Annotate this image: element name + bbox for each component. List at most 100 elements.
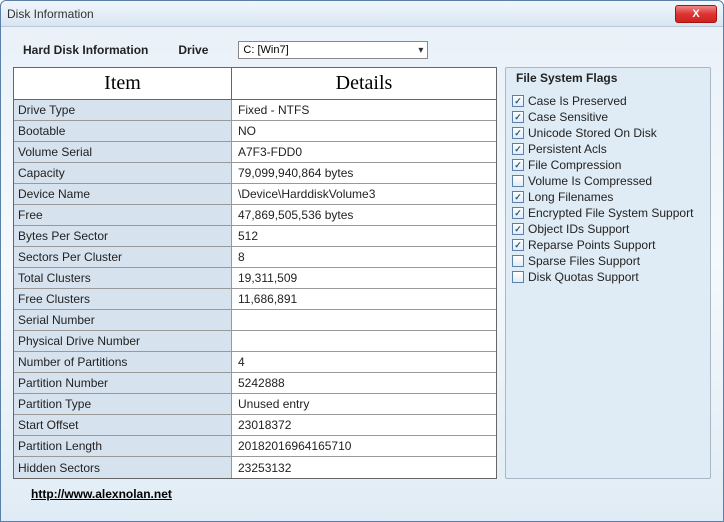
cell-details: 23018372 (232, 415, 496, 435)
flag-label: Unicode Stored On Disk (528, 125, 657, 141)
content-area: Hard Disk Information Drive C: [Win7] It… (1, 27, 723, 509)
cell-details: 19,311,509 (232, 268, 496, 288)
cell-details: Fixed - NTFS (232, 100, 496, 120)
cell-item: Start Offset (14, 415, 232, 435)
cell-details: 23253132 (232, 457, 496, 478)
footer: http://www.alexnolan.net (13, 479, 711, 501)
drive-label: Drive (178, 43, 208, 57)
cell-details: 4 (232, 352, 496, 372)
table-row: Partition TypeUnused entry (14, 394, 496, 415)
table-row: Free Clusters11,686,891 (14, 289, 496, 310)
drive-selected-value: C: [Win7] (243, 44, 288, 56)
close-button[interactable]: X (675, 5, 717, 23)
flag-checkbox[interactable]: ✓ (512, 207, 524, 219)
flag-row: ✓ Case Is Preserved (512, 93, 704, 109)
cell-details (232, 331, 496, 351)
cell-details: 47,869,505,536 bytes (232, 205, 496, 225)
cell-item: Free (14, 205, 232, 225)
flag-row: Disk Quotas Support (512, 269, 704, 285)
table-header: Item Details (14, 68, 496, 100)
website-link[interactable]: http://www.alexnolan.net (31, 487, 172, 501)
flag-label: Reparse Points Support (528, 237, 655, 253)
cell-item: Drive Type (14, 100, 232, 120)
cell-item: Total Clusters (14, 268, 232, 288)
table-row: Volume SerialA7F3-FDD0 (14, 142, 496, 163)
flag-checkbox[interactable] (512, 175, 524, 187)
cell-details: 512 (232, 226, 496, 246)
table-row: BootableNO (14, 121, 496, 142)
flag-row: ✓ Case Sensitive (512, 109, 704, 125)
flag-checkbox[interactable] (512, 271, 524, 283)
cell-details: Unused entry (232, 394, 496, 414)
cell-item: Physical Drive Number (14, 331, 232, 351)
table-row: Number of Partitions4 (14, 352, 496, 373)
cell-details: NO (232, 121, 496, 141)
flag-checkbox[interactable]: ✓ (512, 191, 524, 203)
flag-checkbox[interactable]: ✓ (512, 111, 524, 123)
cell-item: Partition Length (14, 436, 232, 456)
flag-checkbox[interactable]: ✓ (512, 239, 524, 251)
flags-title: File System Flags (512, 71, 704, 85)
cell-item: Free Clusters (14, 289, 232, 309)
titlebar[interactable]: Disk Information X (1, 1, 723, 27)
table-row: Drive TypeFixed - NTFS (14, 100, 496, 121)
info-table: Item Details Drive TypeFixed - NTFSBoota… (13, 67, 497, 479)
cell-item: Number of Partitions (14, 352, 232, 372)
cell-item: Bytes Per Sector (14, 226, 232, 246)
table-row: Hidden Sectors23253132 (14, 457, 496, 478)
flag-label: Sparse Files Support (528, 253, 640, 269)
cell-details: A7F3-FDD0 (232, 142, 496, 162)
cell-item: Partition Number (14, 373, 232, 393)
close-icon: X (692, 8, 699, 20)
flag-checkbox[interactable]: ✓ (512, 159, 524, 171)
table-row: Device Name\Device\HarddiskVolume3 (14, 184, 496, 205)
drive-select[interactable]: C: [Win7] (238, 41, 428, 59)
flag-row: ✓ Long Filenames (512, 189, 704, 205)
cell-item: Volume Serial (14, 142, 232, 162)
flag-checkbox[interactable]: ✓ (512, 95, 524, 107)
table-row: Partition Length20182016964165710 (14, 436, 496, 457)
table-row: Capacity79,099,940,864 bytes (14, 163, 496, 184)
cell-item: Serial Number (14, 310, 232, 330)
header-row: Hard Disk Information Drive C: [Win7] (13, 41, 711, 59)
flag-label: Encrypted File System Support (528, 205, 693, 221)
table-row: Bytes Per Sector512 (14, 226, 496, 247)
cell-details: 8 (232, 247, 496, 267)
flag-row: ✓ File Compression (512, 157, 704, 173)
flag-label: File Compression (528, 157, 621, 173)
flag-label: Persistent Acls (528, 141, 607, 157)
flag-row: Sparse Files Support (512, 253, 704, 269)
flag-checkbox[interactable] (512, 255, 524, 267)
flag-row: ✓ Reparse Points Support (512, 237, 704, 253)
cell-item: Sectors Per Cluster (14, 247, 232, 267)
cell-item: Hidden Sectors (14, 457, 232, 478)
flag-checkbox[interactable]: ✓ (512, 143, 524, 155)
flag-label: Volume Is Compressed (528, 173, 652, 189)
flag-label: Object IDs Support (528, 221, 629, 237)
flags-list: ✓ Case Is Preserved ✓ Case Sensitive ✓ Unicod… (512, 93, 704, 285)
table-row: Sectors Per Cluster8 (14, 247, 496, 268)
flag-label: Case Sensitive (528, 109, 608, 125)
cell-item: Bootable (14, 121, 232, 141)
main-row: Item Details Drive TypeFixed - NTFSBoota… (13, 67, 711, 479)
hard-disk-info-label: Hard Disk Information (13, 43, 148, 57)
cell-item: Partition Type (14, 394, 232, 414)
cell-details: \Device\HarddiskVolume3 (232, 184, 496, 204)
table-row: Start Offset23018372 (14, 415, 496, 436)
flag-checkbox[interactable]: ✓ (512, 127, 524, 139)
cell-item: Device Name (14, 184, 232, 204)
window: Disk Information X Hard Disk Information… (0, 0, 724, 522)
col-header-details: Details (232, 68, 496, 99)
flag-row: ✓ Persistent Acls (512, 141, 704, 157)
flag-label: Case Is Preserved (528, 93, 627, 109)
table-body: Drive TypeFixed - NTFSBootableNOVolume S… (14, 100, 496, 478)
table-row: Physical Drive Number (14, 331, 496, 352)
flag-row: ✓ Object IDs Support (512, 221, 704, 237)
table-row: Serial Number (14, 310, 496, 331)
flag-label: Disk Quotas Support (528, 269, 639, 285)
flag-label: Long Filenames (528, 189, 613, 205)
cell-details: 20182016964165710 (232, 436, 496, 456)
cell-details: 79,099,940,864 bytes (232, 163, 496, 183)
flag-row: ✓ Unicode Stored On Disk (512, 125, 704, 141)
flag-checkbox[interactable]: ✓ (512, 223, 524, 235)
